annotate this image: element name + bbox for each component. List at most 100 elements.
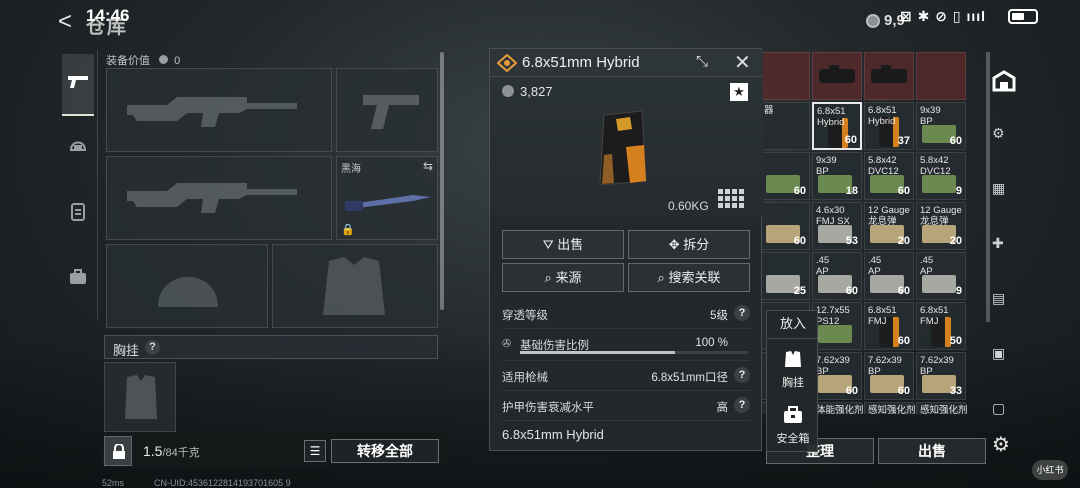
back-button[interactable]: < [58, 8, 72, 36]
cell-label: 9x39 BP [920, 105, 941, 127]
inventory-cell[interactable]: 60 [762, 152, 810, 200]
inventory-cell[interactable]: 60 [762, 202, 810, 250]
cell-count: 60 [949, 135, 962, 147]
cell-label: 6.8x51 Hybrid [817, 106, 846, 128]
helmet-slot[interactable] [106, 244, 268, 328]
inventory-cell[interactable]: 12 Gauge 龙息弹 20 [864, 202, 914, 250]
helmet-silhouette-icon [158, 277, 218, 307]
cell-count: 60 [793, 235, 806, 247]
nav-gear-8[interactable]: ▢ [992, 400, 1005, 417]
inventory-scrollbar[interactable] [986, 52, 990, 322]
primary-weapon-slot[interactable] [106, 68, 332, 152]
favorite-star-icon[interactable]: ★ [730, 83, 748, 101]
helmet-icon [69, 141, 87, 151]
close-icon[interactable]: ✕ [734, 50, 751, 75]
popup-title: 6.8x51mm Hybrid [522, 54, 640, 71]
inventory-cell[interactable] [812, 52, 862, 100]
list-view-button[interactable]: ☰ [304, 440, 326, 462]
transfer-all-button[interactable]: 转移全部 [331, 439, 439, 463]
put-in-safe-box[interactable]: 安全箱 [767, 401, 819, 451]
melee-slot[interactable]: 黑海 ⇆ 🔒 [336, 156, 438, 240]
inventory-cell[interactable]: .45 AP 9 [916, 252, 966, 300]
settings-icon[interactable]: ⚙ [992, 432, 1010, 457]
inventory-cell[interactable]: 4.6x30 FMJ SX 53 [812, 202, 862, 250]
cell-count: 53 [845, 235, 858, 247]
cell-label: 4.6x30 FMJ SX [816, 205, 850, 227]
inventory-cell[interactable]: 5.8x42 DVC12 9 [916, 152, 966, 200]
nav-gear-7[interactable]: ▣ [992, 345, 1005, 362]
uid-readout: CN-UID:4536122814193701605 9 [154, 478, 291, 488]
inventory-cell[interactable]: 9x39 BP 18 [812, 152, 862, 200]
secondary-weapon-slot[interactable] [106, 156, 332, 240]
inventory-cell[interactable] [762, 52, 810, 100]
ammo-bag-image [599, 110, 647, 186]
inventory-cell[interactable]: .45 AP 60 [812, 252, 862, 300]
melee-slot-label: 黑海 [341, 164, 361, 175]
inventory-cell[interactable] [916, 52, 966, 100]
status-clock: 14:46 [86, 6, 130, 25]
nav-weapons[interactable] [62, 54, 94, 116]
chest-rig-slot[interactable] [104, 362, 176, 432]
inventory-cell[interactable]: 感知强化剂 [864, 402, 916, 414]
collapse-icon[interactable]: ⤡ [696, 53, 708, 70]
cell-count: 60 [845, 385, 858, 397]
inventory-cell[interactable] [864, 52, 914, 100]
inventory-cell[interactable]: 6.8x51 Hybrid 37 [864, 102, 914, 150]
put-in-chest-rig[interactable]: 胸挂 [767, 343, 819, 393]
coin-icon [502, 85, 514, 97]
nav-gear-6[interactable]: ▤ [992, 290, 1005, 307]
inventory-cell[interactable]: 12.7x55 PS12 [812, 302, 862, 350]
split-button[interactable]: ✥ 拆分 [628, 230, 750, 259]
cell-count: 60 [897, 335, 910, 347]
sidearm-slot[interactable] [336, 68, 438, 152]
cell-label: 9x39 BP [816, 155, 837, 177]
status-icons: ⊠ ✱ ⊘ ▯ ıııl [900, 8, 987, 24]
inventory-cell[interactable]: 5.8x42 DVC12 60 [864, 152, 914, 200]
inventory-cell[interactable]: 7.62x39 BP 60 [812, 352, 862, 400]
weight-lock-icon[interactable] [104, 436, 132, 466]
safe-box-text: 安全箱 [776, 433, 810, 445]
cell-label: 器 [764, 105, 774, 116]
inventory-cell[interactable]: 7.62x39 BP 60 [864, 352, 914, 400]
inventory-cell[interactable]: 12 Gauge 龙息弹 20 [916, 202, 966, 250]
inventory-cell[interactable]: .45 AP 60 [864, 252, 914, 300]
inventory-cell[interactable]: 25 [762, 252, 810, 300]
inventory-cell[interactable]: 9x39 BP 60 [916, 102, 966, 150]
vest-icon [71, 203, 85, 221]
inventory-cell[interactable]: 6.8x51 FMJ 50 [916, 302, 966, 350]
nav-gear-4[interactable]: ▦ [992, 180, 1005, 197]
nav-helmet[interactable] [62, 136, 94, 166]
nav-armor[interactable] [62, 202, 94, 232]
nav-gear-2[interactable]: ⚙ [992, 125, 1005, 142]
capacity-total: /84千克 [162, 447, 200, 459]
inventory-cell[interactable]: 感知强化剂 [916, 402, 968, 414]
help-icon[interactable]: ? [734, 397, 750, 413]
chest-rig-text: 胸挂 [782, 377, 804, 389]
inventory-cell[interactable]: 器 [762, 102, 810, 150]
nav-backpack[interactable] [62, 268, 94, 298]
sell-all-button[interactable]: 出售 [878, 438, 986, 464]
inventory-cell[interactable]: 体能强化剂 [812, 402, 864, 414]
popup-footer-name: 6.8x51mm Hybrid [502, 427, 604, 442]
cell-count: 60 [793, 185, 806, 197]
help-icon[interactable]: ? [734, 367, 750, 383]
cell-label: 5.8x42 DVC12 [920, 155, 951, 177]
equipment-scrollbar[interactable] [440, 52, 444, 310]
swap-icon[interactable]: ⇆ [423, 159, 433, 173]
source-label: 来源 [555, 270, 582, 285]
nav-stash[interactable] [992, 70, 1016, 92]
source-button[interactable]: ⌕ 来源 [502, 263, 624, 292]
help-icon[interactable]: ? [145, 340, 160, 355]
rig-silhouette-icon [125, 375, 157, 419]
search-related-button[interactable]: ⌕ 搜索关联 [628, 263, 750, 292]
inventory-cell[interactable]: 6.8x51 Hybrid 60 [812, 102, 862, 150]
inventory-cell[interactable]: 6.8x51 FMJ 60 [864, 302, 914, 350]
item-price: 3,827 [520, 84, 553, 99]
help-icon[interactable]: ? [734, 305, 750, 321]
inventory-cell[interactable]: 7.62x39 BP 33 [916, 352, 966, 400]
cell-label: 6.8x51 FMJ [868, 305, 897, 327]
nav-gear-5[interactable]: ✚ [992, 235, 1004, 252]
sell-item-button[interactable]: ⛛ 出售 [502, 230, 624, 259]
currency-icon [866, 14, 880, 28]
armor-slot[interactable] [272, 244, 438, 328]
